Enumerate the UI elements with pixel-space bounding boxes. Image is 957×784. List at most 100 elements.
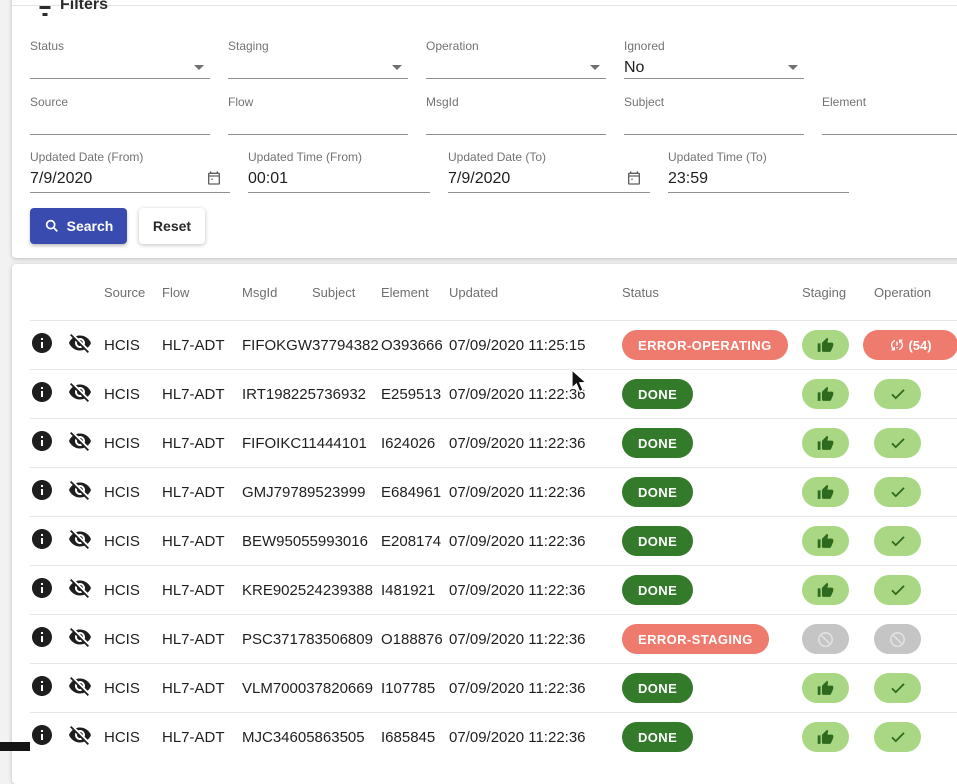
staging-approve-button[interactable] xyxy=(802,428,849,458)
dropdown-filter-row: Status Staging Operation Ignored No xyxy=(30,39,804,79)
operation-done-button[interactable] xyxy=(874,379,921,409)
table-row: HCIS HL7-ADT KRE902524239388 I481921 07/… xyxy=(30,565,957,614)
msgid-cell: MJC34605863505 xyxy=(242,729,312,746)
updated-cell: 07/09/2020 11:22:36 xyxy=(449,533,622,550)
search-button[interactable]: Search xyxy=(30,208,127,244)
operation-done-button[interactable] xyxy=(874,477,921,507)
operation-done-button[interactable] xyxy=(874,575,921,605)
operation-retry-button[interactable]: (54) xyxy=(863,330,957,360)
eye-off-icon[interactable] xyxy=(68,331,92,355)
status-badge: DONE xyxy=(622,428,693,458)
text-filter-row: Source Flow MsgId Subject Element xyxy=(30,95,957,135)
subject-filter-input[interactable]: Subject xyxy=(624,95,804,135)
check-icon xyxy=(889,385,907,403)
reset-button[interactable]: Reset xyxy=(139,208,205,244)
calendar-icon[interactable] xyxy=(206,170,222,186)
thumb-up-icon xyxy=(817,386,834,403)
updated-time-from-label: Updated Time (From) xyxy=(248,150,430,164)
thumb-up-icon xyxy=(817,435,834,452)
info-icon[interactable] xyxy=(30,331,54,355)
staging-approve-button[interactable] xyxy=(802,526,849,556)
info-icon[interactable] xyxy=(30,625,54,649)
status-badge: DONE xyxy=(622,477,693,507)
status-filter-select[interactable]: Status xyxy=(30,39,210,79)
eye-off-icon[interactable] xyxy=(68,625,92,649)
operation-filter-value xyxy=(426,58,606,79)
updated-time-to-input[interactable]: Updated Time (To) 23:59 xyxy=(668,150,849,193)
source-cell: HCIS xyxy=(104,337,162,354)
thumb-up-icon xyxy=(817,533,834,550)
header-element: Element xyxy=(381,285,449,300)
staging-filter-label: Staging xyxy=(228,39,408,53)
msgid-cell: GMJ79789523999 xyxy=(242,484,312,501)
chevron-down-icon xyxy=(194,65,204,70)
updated-time-from-value: 00:01 xyxy=(248,168,430,193)
info-icon[interactable] xyxy=(30,429,54,453)
staging-filter-select[interactable]: Staging xyxy=(228,39,408,79)
filter-actions: Search Reset xyxy=(30,208,205,244)
info-icon[interactable] xyxy=(30,576,54,600)
staging-approve-button[interactable] xyxy=(802,379,849,409)
header-msgid: MsgId xyxy=(242,285,312,300)
table-row: HCIS HL7-ADT MJC34605863505 I685845 07/0… xyxy=(30,712,957,761)
staging-approve-button[interactable] xyxy=(802,673,849,703)
operation-blocked-button xyxy=(874,624,921,654)
operation-done-button[interactable] xyxy=(874,673,921,703)
flow-filter-label: Flow xyxy=(228,95,408,109)
eye-off-icon[interactable] xyxy=(68,674,92,698)
operation-done-button[interactable] xyxy=(874,428,921,458)
flow-filter-input[interactable]: Flow xyxy=(228,95,408,135)
eye-off-icon[interactable] xyxy=(68,380,92,404)
info-icon[interactable] xyxy=(30,674,54,698)
updated-date-to-input[interactable]: Updated Date (To) 7/9/2020 xyxy=(448,150,650,193)
info-icon[interactable] xyxy=(30,380,54,404)
header-operation: Operation xyxy=(874,285,957,300)
staging-filter-value xyxy=(228,58,408,79)
table-row: HCIS HL7-ADT VLM700037820669 I107785 07/… xyxy=(30,663,957,712)
updated-date-from-value: 7/9/2020 xyxy=(30,168,230,193)
calendar-icon[interactable] xyxy=(626,170,642,186)
operation-done-button[interactable] xyxy=(874,526,921,556)
operation-done-button[interactable] xyxy=(874,722,921,752)
staging-approve-button[interactable] xyxy=(802,722,849,752)
table-row: HCIS HL7-ADT FIFOKGW37794382 O393666 07/… xyxy=(30,320,957,369)
element-filter-value xyxy=(822,114,957,135)
updated-time-to-label: Updated Time (To) xyxy=(668,150,849,164)
staging-approve-button[interactable] xyxy=(802,477,849,507)
element-cell: E208174 xyxy=(381,533,449,550)
eye-off-icon[interactable] xyxy=(68,576,92,600)
element-cell: I624026 xyxy=(381,435,449,452)
updated-cell: 07/09/2020 11:22:36 xyxy=(449,484,622,501)
results-table: Source Flow MsgId Subject Element Update… xyxy=(12,264,957,784)
updated-date-from-input[interactable]: Updated Date (From) 7/9/2020 xyxy=(30,150,230,193)
msgid-filter-input[interactable]: MsgId xyxy=(426,95,606,135)
eye-off-icon[interactable] xyxy=(68,478,92,502)
filter-list-icon xyxy=(36,0,54,11)
info-icon[interactable] xyxy=(30,723,54,747)
ignored-filter-label: Ignored xyxy=(624,39,804,53)
msgid-cell: VLM700037820669 xyxy=(242,680,312,697)
info-icon[interactable] xyxy=(30,527,54,551)
table-row: HCIS HL7-ADT PSC371783506809 O188876 07/… xyxy=(30,614,957,663)
status-badge: DONE xyxy=(622,526,693,556)
filters-title: Filters xyxy=(60,0,108,14)
info-icon[interactable] xyxy=(30,478,54,502)
status-badge: DONE xyxy=(622,722,693,752)
subject-filter-label: Subject xyxy=(624,95,804,109)
source-filter-value xyxy=(30,114,210,135)
operation-filter-select[interactable]: Operation xyxy=(426,39,606,79)
status-filter-label: Status xyxy=(30,39,210,53)
eye-off-icon[interactable] xyxy=(68,723,92,747)
source-filter-input[interactable]: Source xyxy=(30,95,210,135)
header-status: Status xyxy=(622,285,802,300)
element-filter-input[interactable]: Element xyxy=(822,95,957,135)
staging-approve-button[interactable] xyxy=(802,330,849,360)
element-cell: I685845 xyxy=(381,729,449,746)
eye-off-icon[interactable] xyxy=(68,527,92,551)
source-cell: HCIS xyxy=(104,435,162,452)
eye-off-icon[interactable] xyxy=(68,429,92,453)
updated-time-from-input[interactable]: Updated Time (From) 00:01 xyxy=(248,150,430,193)
source-cell: HCIS xyxy=(104,484,162,501)
staging-approve-button[interactable] xyxy=(802,575,849,605)
ignored-filter-select[interactable]: Ignored No xyxy=(624,39,804,79)
